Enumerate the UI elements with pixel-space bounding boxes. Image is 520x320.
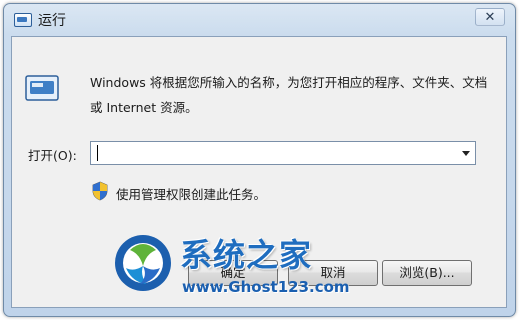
run-program-icon bbox=[25, 75, 59, 101]
run-dialog-window: 运行 ✕ Windows 将根据您所输入的名称，为您打开相应的程序、文件夹、文档… bbox=[3, 3, 516, 317]
uac-shield-icon bbox=[92, 181, 108, 201]
cancel-button[interactable]: 取消 bbox=[288, 260, 378, 286]
browse-button[interactable]: 浏览(B)... bbox=[382, 260, 472, 286]
dialog-body: Windows 将根据您所输入的名称，为您打开相应的程序、文件夹、文档或 Int… bbox=[11, 36, 507, 308]
open-combobox[interactable] bbox=[90, 141, 476, 165]
run-app-icon bbox=[14, 13, 32, 27]
open-input[interactable] bbox=[95, 143, 435, 163]
admin-privilege-note: 使用管理权限创建此任务。 bbox=[116, 187, 267, 202]
description-text: Windows 将根据您所输入的名称，为您打开相应的程序、文件夹、文档或 Int… bbox=[90, 75, 488, 115]
ok-button[interactable]: 确定 bbox=[188, 260, 278, 286]
chevron-down-icon[interactable] bbox=[462, 151, 470, 156]
title-bar[interactable]: 运行 ✕ bbox=[4, 4, 515, 38]
open-label: 打开(O): bbox=[28, 148, 77, 163]
close-button[interactable]: ✕ bbox=[475, 8, 505, 26]
window-title: 运行 bbox=[38, 13, 66, 29]
